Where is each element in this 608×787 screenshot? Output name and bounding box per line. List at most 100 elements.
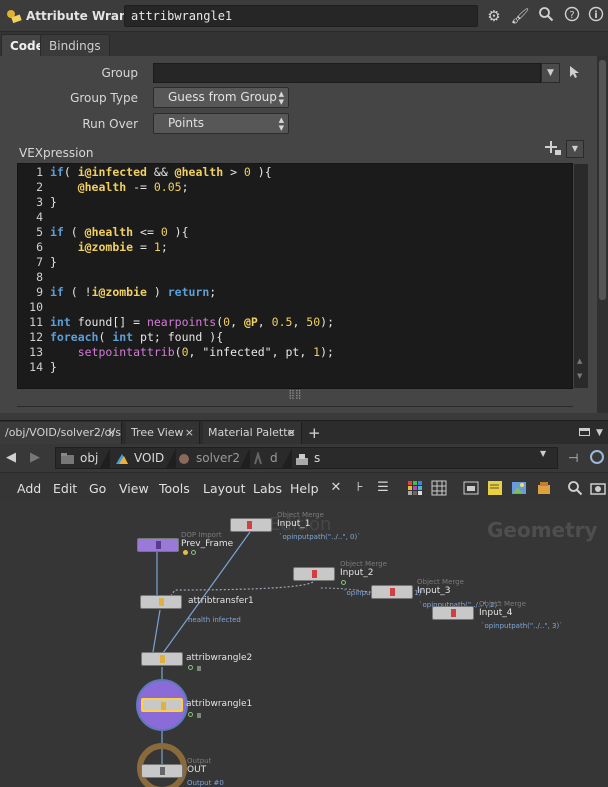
breadcrumb-obj[interactable]: obj [80, 448, 98, 468]
info-icon[interactable]: i [586, 6, 606, 26]
node-input1[interactable] [230, 518, 272, 532]
close-icon[interactable]: × [185, 422, 194, 444]
breadcrumb-solver2[interactable]: solver2 [196, 448, 240, 468]
menu-layout[interactable]: Layout [203, 481, 246, 496]
maximize-pane-icon[interactable] [579, 428, 590, 436]
node-input3[interactable] [371, 585, 413, 599]
code-line[interactable]: if ( @health <= 0 ){ [50, 225, 189, 239]
menu-view[interactable]: View [119, 481, 149, 496]
node-type-label: Object Merge [479, 600, 526, 608]
code-scrollbar[interactable]: ▲ ▼ [574, 164, 588, 388]
node-name-label: Input_1 [277, 519, 311, 529]
help-icon[interactable]: ? [562, 6, 582, 26]
node-attribtransfer1[interactable] [140, 595, 182, 609]
code-line[interactable]: int found[] = nearpoints(0, @P, 0.5, 50)… [50, 315, 334, 329]
scroll-up-icon[interactable]: ▲ [577, 357, 582, 365]
forward-arrow-icon[interactable]: ▶ [30, 450, 40, 465]
svg-text:i: i [594, 10, 597, 21]
scrollbar-thumb[interactable] [599, 60, 606, 300]
tab-material-palette[interactable]: Material Palette × [203, 422, 302, 444]
paint-brush-icon[interactable]: 🖌 [510, 6, 530, 26]
node-name-input[interactable]: attribwrangle1 [124, 5, 478, 27]
node-out[interactable] [141, 764, 183, 778]
code-line[interactable]: if ( !i@zombie ) return; [50, 285, 216, 299]
tree-layout-icon[interactable]: ⊦ [352, 480, 368, 496]
gear-icon[interactable]: ⚙ [484, 6, 504, 26]
sticky-note-icon[interactable] [487, 480, 503, 496]
menu-tools[interactable]: Tools [159, 481, 190, 496]
group-label: Group [101, 66, 138, 80]
node-attribwrangle2[interactable] [141, 652, 183, 666]
breadcrumb-separator [166, 448, 176, 468]
grid-shape-icon[interactable] [431, 480, 447, 496]
code-line[interactable]: if( i@infected && @health > 0 ){ [50, 165, 272, 179]
scroll-down-icon[interactable]: ▼ [577, 372, 582, 380]
path-dropdown-icon[interactable]: ▼ [540, 447, 546, 461]
image-icon[interactable] [511, 480, 527, 496]
tab-network-path[interactable]: /obj/VOID/solver2/d/s × [0, 422, 122, 444]
node-prev-frame[interactable] [137, 538, 179, 552]
list-view-icon[interactable]: ☰ [375, 480, 391, 496]
node-name-label: attribwrangle2 [186, 653, 253, 663]
vexpression-label: VEXpression [19, 146, 94, 160]
tab-bindings[interactable]: Bindings [40, 34, 110, 56]
search-icon[interactable] [536, 6, 556, 26]
group-type-dropdown[interactable]: Guess from Group ▲ ▼ [153, 87, 289, 108]
network-box-icon[interactable] [463, 480, 479, 496]
node-input2[interactable] [293, 567, 335, 581]
code-line[interactable]: @health -= 0.05; [50, 180, 189, 194]
line-number: 12 [29, 330, 43, 344]
editor-resize-handle[interactable]: ⣿⣿ [17, 389, 573, 401]
add-tab-icon[interactable]: + [308, 422, 321, 444]
pane-menu-icon[interactable]: ▼ [596, 423, 603, 443]
node-comment: `opinputpath("../..", 3)` [481, 622, 563, 630]
grid-color-icon[interactable] [407, 480, 423, 496]
code-line[interactable]: } [50, 195, 57, 209]
run-over-dropdown[interactable]: Points ▲ ▼ [153, 113, 289, 134]
vex-menu-button[interactable]: ▼ [566, 140, 584, 158]
menu-add[interactable]: Add [17, 481, 41, 496]
run-over-value: Points [168, 116, 205, 130]
code-line[interactable]: } [50, 255, 57, 269]
menu-labs[interactable]: Labs [253, 481, 282, 496]
code-line[interactable]: foreach( int pt; found ){ [50, 330, 223, 344]
node-type-label: Object Merge [417, 578, 464, 586]
group-dropdown-button[interactable]: ▼ [541, 63, 560, 83]
insert-snippet-icon[interactable] [544, 140, 564, 158]
code-line[interactable]: } [50, 360, 57, 374]
parameter-scrollbar[interactable] [597, 56, 608, 413]
close-icon[interactable]: × [287, 422, 296, 444]
parameter-body: Group ▼ Group Type Guess from Group ▲ ▼ R… [0, 56, 597, 413]
breadcrumb-d[interactable]: d [270, 448, 278, 468]
group-input[interactable] [153, 63, 541, 83]
line-number: 6 [36, 240, 43, 254]
pin-icon[interactable]: ⊣ [568, 451, 578, 465]
line-number: 9 [36, 285, 43, 299]
folder-icon [60, 448, 76, 468]
menu-edit[interactable]: Edit [53, 481, 77, 496]
select-arrow-icon[interactable] [568, 65, 582, 81]
tab-tree-view[interactable]: Tree View × [126, 422, 200, 444]
breadcrumb-separator [282, 448, 292, 468]
node-attribwrangle1[interactable] [141, 698, 183, 712]
node-input4[interactable] [432, 606, 474, 620]
menu-help[interactable]: Help [290, 481, 319, 496]
breadcrumb-s[interactable]: s [314, 448, 320, 468]
search-icon[interactable] [567, 480, 583, 496]
node-type-label: Output [187, 757, 212, 765]
code-editor[interactable]: 1 2 3 4 5 6 7 8 9 10 11 12 13 14 if( i@i… [17, 163, 588, 389]
menu-go[interactable]: Go [89, 481, 106, 496]
link-icon[interactable] [590, 450, 604, 464]
network-editor[interactable]: n Edition Geometry Object Merge Input_1 … [0, 502, 608, 787]
code-line[interactable]: setpointattrib(0, "infected", pt, 1); [50, 345, 334, 359]
camera-icon[interactable] [590, 480, 606, 496]
breadcrumb-void[interactable]: VOID [134, 448, 164, 468]
group-type-label: Group Type [70, 91, 138, 105]
asset-icon[interactable] [536, 480, 552, 496]
close-icon[interactable]: × [107, 422, 116, 444]
node-name-label: attribtransfer1 [188, 596, 254, 606]
code-line[interactable]: i@zombie = 1; [50, 240, 168, 254]
wrench-icon[interactable]: ✕ [328, 480, 344, 496]
back-arrow-icon[interactable]: ◀ [6, 450, 16, 465]
node-comment: health infected [188, 616, 241, 624]
